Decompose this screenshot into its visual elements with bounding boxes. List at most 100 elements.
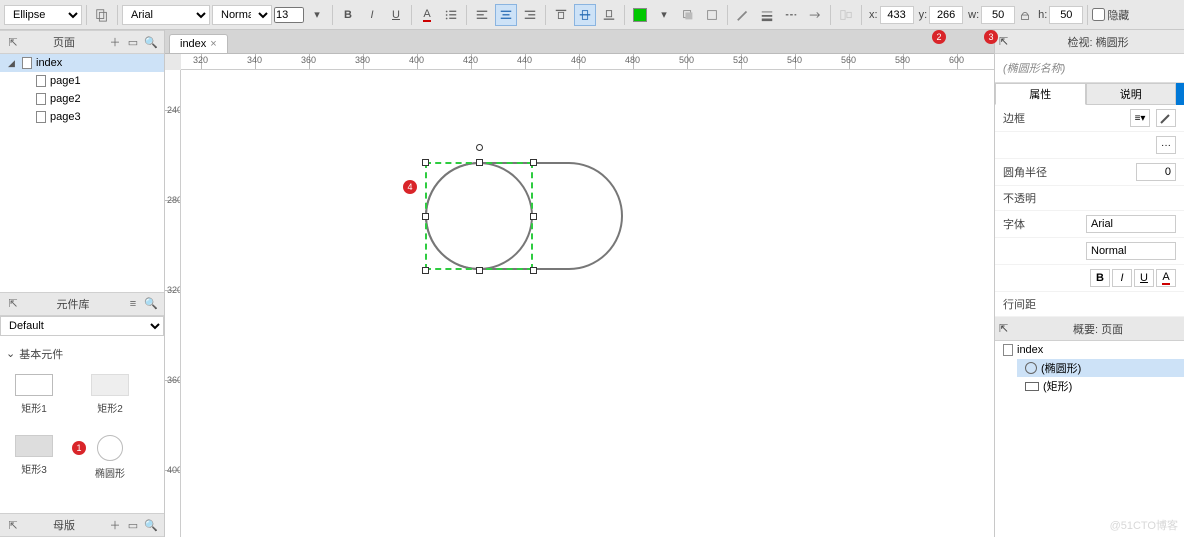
resize-handle[interactable] [476,159,483,166]
fill-dropdown-icon[interactable]: ▾ [653,4,675,26]
align-right-button[interactable] [519,4,541,26]
collapse-icon[interactable]: ⇱ [6,518,20,532]
outline-item-rect[interactable]: (矩形) [1017,377,1184,395]
hide-checkbox[interactable] [1092,8,1105,21]
lib-menu-icon[interactable]: ≡ [126,297,140,311]
underline-button[interactable]: U [385,4,407,26]
underline-mini-button[interactable]: U [1134,269,1154,287]
font-weight-select[interactable]: Normal [212,5,272,25]
lib-group-header[interactable]: ⌄基本元件 [6,346,158,362]
pages-panel-header: ⇱ 页面 ＋ ▭ 🔍 [0,30,164,54]
bullets-button[interactable] [440,4,462,26]
bold-mini-button[interactable]: B [1090,269,1110,287]
lib-item-rect3[interactable]: 矩形3 [10,435,58,480]
w-input[interactable] [981,6,1015,24]
outer-shadow-button[interactable] [677,4,699,26]
badge-4: 4 [403,180,417,194]
pages-title: 页面 [24,34,104,50]
opacity-label: 不透明 [1003,190,1176,206]
tree-child-row[interactable]: page2 [28,90,164,108]
font-weight-input[interactable] [1086,242,1176,260]
add-master-icon[interactable]: ＋ [108,518,122,532]
valign-top-button[interactable] [550,4,572,26]
outline-item-ellipse[interactable]: (椭圆形) [1017,359,1184,377]
align-center-button[interactable] [495,4,517,26]
add-folder-icon[interactable]: ▭ [126,35,140,49]
search-masters-icon[interactable]: 🔍 [144,518,158,532]
library-title: 元件库 [24,296,122,312]
fill-color-button[interactable] [629,4,651,26]
font-select[interactable]: Arial [122,5,210,25]
collapse-icon[interactable]: ⇱ [995,322,1008,335]
collapse-icon[interactable]: ⇱ [6,35,20,49]
font-family-input[interactable] [1086,215,1176,233]
tree-child-row[interactable]: page1 [28,72,164,90]
lib-item-rect1[interactable]: 矩形1 [10,374,58,415]
add-page-icon[interactable]: ＋ [108,35,122,49]
x-input[interactable] [880,6,914,24]
border-more-button[interactable]: ··· [1156,136,1176,154]
collapse-icon[interactable]: ⇱ [6,297,20,311]
masters-title: 母版 [24,517,104,533]
lock-aspect-icon[interactable] [1017,4,1033,26]
caret-down-icon[interactable]: ◢ [8,58,18,69]
align-group-button[interactable] [835,4,857,26]
resize-handle[interactable] [422,267,429,274]
tree-child-row[interactable]: page3 [28,108,164,126]
border-label: 边框 [1003,110,1124,126]
italic-mini-button[interactable]: I [1112,269,1132,287]
tab-index[interactable]: index× [169,34,228,53]
border-color-button[interactable] [1156,109,1176,127]
tree-root-label: index [36,57,62,69]
size-step-icon[interactable]: ▾ [306,4,328,26]
valign-bottom-button[interactable] [598,4,620,26]
resize-handle[interactable] [530,213,537,220]
search-pages-icon[interactable]: 🔍 [144,35,158,49]
align-left-button[interactable] [471,4,493,26]
text-color-mini-button[interactable]: A [1156,269,1176,287]
lib-item-ellipse[interactable]: 椭圆形 1 [86,435,134,480]
shape-name-input[interactable]: (椭圆形名称) [995,54,1184,83]
bold-button[interactable]: B [337,4,359,26]
copy-style-icon[interactable] [91,4,113,26]
tree-root-row[interactable]: ◢ index [0,54,164,72]
resize-handle[interactable] [530,267,537,274]
shape-select[interactable]: Ellipse [4,5,82,25]
resize-handle[interactable] [476,267,483,274]
h-input[interactable] [1049,6,1083,24]
tab-notes[interactable]: 说明 [1086,83,1177,105]
close-tab-icon[interactable]: × [210,38,216,50]
radius-input[interactable] [1136,163,1176,181]
lib-item-rect2[interactable]: 矩形2 [86,374,134,415]
top-toolbar: Ellipse Arial Normal ▾ B I U A ▾ x: y: w… [0,0,1184,30]
resize-handle[interactable] [422,159,429,166]
border-style-button[interactable]: ≡▾ [1130,109,1150,127]
page-icon [36,93,46,105]
arrow-style-button[interactable] [804,4,826,26]
library-preset-select[interactable]: Default [0,316,164,336]
tab-accent[interactable] [1176,83,1184,105]
canvas[interactable]: 4 [181,70,994,537]
text-color-button[interactable]: A [416,4,438,26]
resize-handle[interactable] [422,213,429,220]
line-color-button[interactable] [732,4,754,26]
left-panel: ⇱ 页面 ＋ ▭ 🔍 ◢ index page1 page2 page3 ⇱ 元… [0,30,165,537]
add-master-folder-icon[interactable]: ▭ [126,518,140,532]
font-size-input[interactable] [274,7,304,23]
font-label: 字体 [1003,216,1080,232]
resize-handle[interactable] [530,159,537,166]
w-label: w: [968,9,979,21]
tab-properties[interactable]: 属性 [995,83,1086,105]
ruler-vertical: 240280320360400 [165,70,181,537]
inspector-title: 检视: 椭圆形 [1068,34,1129,50]
y-label: y: [919,9,928,21]
outline-root[interactable]: index [995,341,1184,359]
y-input[interactable] [929,6,963,24]
search-lib-icon[interactable]: 🔍 [144,297,158,311]
italic-button[interactable]: I [361,4,383,26]
valign-middle-button[interactable] [574,4,596,26]
inner-shadow-button[interactable] [701,4,723,26]
line-style-button[interactable] [780,4,802,26]
rotate-handle[interactable] [476,144,483,151]
line-width-button[interactable] [756,4,778,26]
